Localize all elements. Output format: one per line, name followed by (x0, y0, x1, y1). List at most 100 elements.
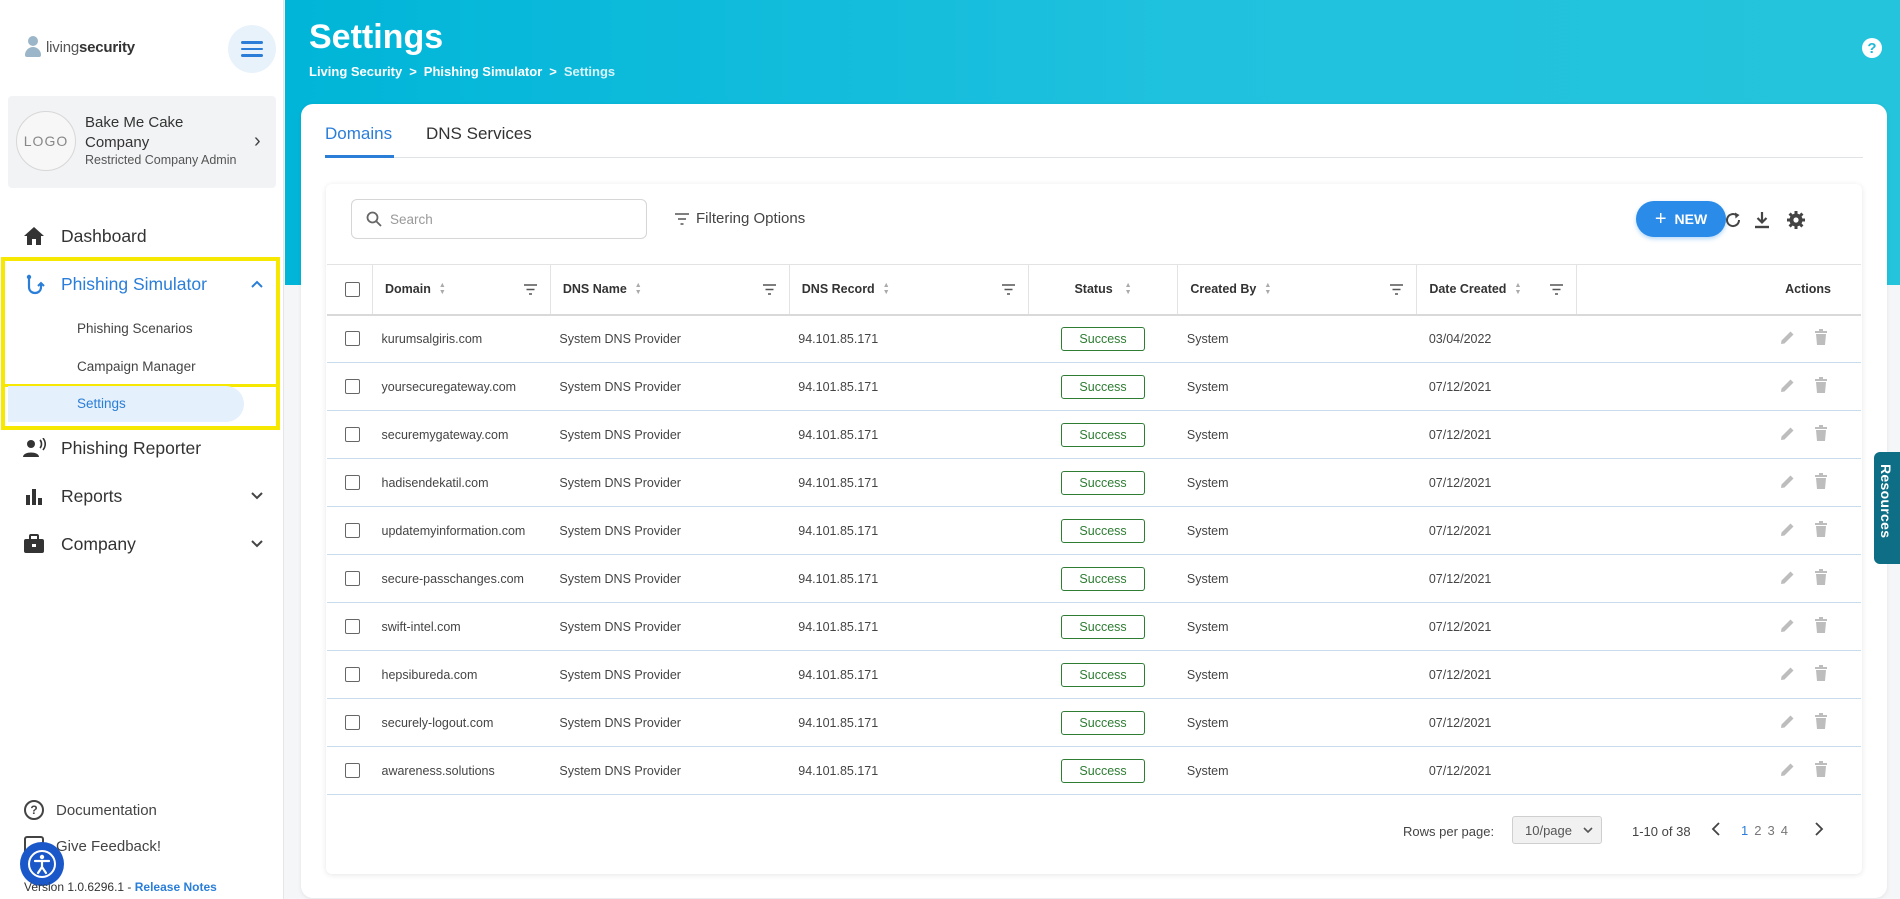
delete-trash-icon[interactable] (1814, 376, 1828, 394)
breadcrumb-item[interactable]: Living Security (309, 64, 402, 79)
sort-icon[interactable]: ▲ ▼ (1514, 282, 1521, 296)
page-number[interactable]: 2 (1754, 823, 1761, 838)
delete-trash-icon[interactable] (1814, 760, 1828, 778)
sort-icon[interactable]: ▲ ▼ (439, 282, 446, 296)
sort-icon[interactable]: ▲ ▼ (1125, 282, 1132, 296)
edit-pencil-icon[interactable] (1779, 377, 1796, 394)
company-logo-placeholder: LOGO (16, 111, 76, 171)
settings-gear-icon[interactable] (1785, 209, 1807, 231)
cell-dns-record: 94.101.85.171 (798, 475, 879, 490)
tab-dns-services[interactable]: DNS Services (426, 124, 532, 144)
edit-pencil-icon[interactable] (1779, 665, 1796, 682)
table-row[interactable]: securely-logout.com System DNS Provider 94… (327, 699, 1861, 747)
column-label: Date Created (1429, 282, 1507, 297)
row-checkbox[interactable] (345, 667, 360, 683)
edit-pencil-icon[interactable] (1779, 473, 1796, 490)
row-checkbox[interactable] (345, 571, 360, 587)
documentation-link[interactable]: ? Documentation (24, 800, 157, 820)
table-row[interactable]: securemygateway.com System DNS Provider 94… (327, 411, 1861, 459)
cell-dns-name: System DNS Provider (559, 619, 681, 634)
refresh-icon[interactable] (1722, 209, 1744, 231)
filter-icon[interactable] (762, 284, 777, 295)
cell-date-created: 07/12/2021 (1428, 379, 1492, 394)
sort-icon[interactable]: ▲ ▼ (883, 282, 890, 296)
row-checkbox[interactable] (345, 523, 360, 539)
row-checkbox[interactable] (345, 619, 360, 635)
delete-trash-icon[interactable] (1814, 328, 1828, 346)
new-domain-button[interactable]: + NEW (1636, 201, 1726, 237)
sidebar-item-phishing-reporter[interactable]: Phishing Reporter (0, 426, 284, 470)
row-checkbox[interactable] (345, 715, 360, 731)
help-icon[interactable]: ? (1862, 38, 1882, 58)
prev-page-icon[interactable] (1711, 822, 1721, 839)
table-row[interactable]: yoursecuregateway.com System DNS Provider… (327, 363, 1861, 411)
delete-trash-icon[interactable] (1814, 664, 1828, 682)
filter-icon[interactable] (1389, 284, 1404, 295)
table-row[interactable]: updatemyinformation.com System DNS Provid… (327, 507, 1861, 555)
page-number[interactable]: 1 (1741, 823, 1748, 838)
sort-icon[interactable]: ▲ ▼ (635, 282, 642, 296)
row-checkbox[interactable] (345, 379, 360, 395)
delete-trash-icon[interactable] (1814, 712, 1828, 730)
delete-trash-icon[interactable] (1814, 424, 1828, 442)
table-row[interactable]: kurumsalgiris.com System DNS Provider 94.1… (327, 315, 1861, 363)
delete-trash-icon[interactable] (1814, 472, 1828, 490)
plus-icon: + (1654, 207, 1667, 230)
download-icon[interactable] (1751, 209, 1773, 231)
cell-date-created: 07/12/2021 (1428, 619, 1492, 634)
select-all-checkbox[interactable] (345, 281, 360, 297)
table-row[interactable]: hepsibureda.com System DNS Provider 94.101… (327, 651, 1861, 699)
status-badge: Success (1061, 422, 1146, 447)
row-checkbox[interactable] (345, 331, 360, 347)
table-row[interactable]: secure-passchanges.com System DNS Provide… (327, 555, 1861, 603)
rows-per-page-select[interactable]: 10/page (1512, 816, 1602, 844)
sidebar-subitem-phishing-scenarios[interactable]: Phishing Scenarios (77, 321, 193, 336)
page-number[interactable]: 4 (1781, 823, 1788, 838)
sidebar-item-reports[interactable]: Reports (0, 474, 284, 518)
cell-date-created: 07/12/2021 (1428, 475, 1492, 490)
hamburger-menu-button[interactable] (228, 25, 276, 73)
row-checkbox[interactable] (345, 427, 360, 443)
sidebar-item-phishing-simulator[interactable]: Phishing Simulator (0, 262, 284, 306)
search-input[interactable] (390, 211, 630, 227)
sidebar-item-dashboard[interactable]: Dashboard (0, 214, 284, 258)
delete-trash-icon[interactable] (1814, 616, 1828, 634)
edit-pencil-icon[interactable] (1779, 329, 1796, 346)
filter-icon[interactable] (1001, 284, 1016, 295)
filtering-options-button[interactable]: Filtering Options (674, 210, 805, 227)
breadcrumb-item[interactable]: Phishing Simulator (424, 64, 542, 79)
sidebar-subitem-settings[interactable]: Settings (8, 386, 244, 422)
brand-logo[interactable]: livingsecurity (24, 36, 135, 58)
cell-domain: hepsibureda.com (381, 667, 478, 682)
row-checkbox[interactable] (345, 475, 360, 491)
edit-pencil-icon[interactable] (1779, 521, 1796, 538)
cell-domain: swift-intel.com (381, 619, 461, 634)
column-header-actions: Actions (1576, 265, 1861, 315)
resources-side-tab[interactable]: Resources (1874, 452, 1900, 564)
table-row[interactable]: hadisendekatil.com System DNS Provider 94.… (327, 459, 1861, 507)
tab-domains[interactable]: Domains (325, 124, 392, 144)
table-row[interactable]: swift-intel.com System DNS Provider 94.101… (327, 603, 1861, 651)
sidebar-subitem-campaign-manager[interactable]: Campaign Manager (77, 359, 196, 374)
sidebar-item-company[interactable]: Company (0, 522, 284, 566)
edit-pencil-icon[interactable] (1779, 617, 1796, 634)
row-actions (1585, 376, 1852, 394)
next-page-icon[interactable] (1814, 822, 1824, 839)
edit-pencil-icon[interactable] (1779, 761, 1796, 778)
table-row[interactable]: awareness.solutions System DNS Provider 94… (327, 747, 1861, 795)
release-notes-link[interactable]: Release Notes (135, 880, 217, 894)
search-field[interactable] (351, 199, 647, 239)
delete-trash-icon[interactable] (1814, 520, 1828, 538)
row-checkbox[interactable] (345, 763, 360, 779)
page-number[interactable]: 3 (1767, 823, 1774, 838)
delete-trash-icon[interactable] (1814, 568, 1828, 586)
filter-icon[interactable] (523, 284, 538, 295)
feedback-label: Give Feedback! (56, 837, 162, 855)
company-switcher[interactable]: LOGO Bake Me Cake Company Restricted Com… (8, 96, 276, 188)
sort-icon[interactable]: ▲ ▼ (1264, 282, 1271, 296)
question-circle-icon: ? (24, 800, 44, 820)
edit-pencil-icon[interactable] (1779, 569, 1796, 586)
edit-pencil-icon[interactable] (1779, 425, 1796, 442)
edit-pencil-icon[interactable] (1779, 713, 1796, 730)
filter-icon[interactable] (1549, 284, 1564, 295)
